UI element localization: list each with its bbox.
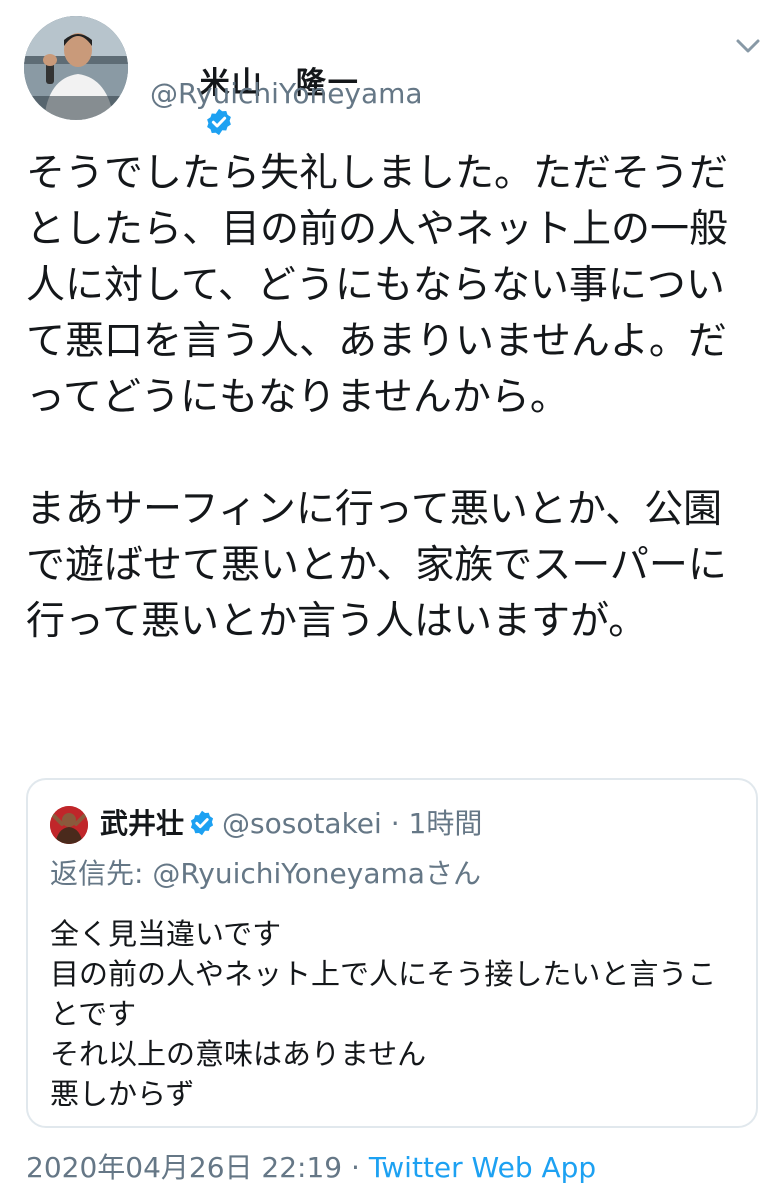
- tweet-source-link[interactable]: Twitter Web App: [369, 1151, 596, 1184]
- quoted-header: 武井壮 @sosotakei · 1時間: [100, 802, 482, 846]
- quoted-separator: ·: [390, 807, 400, 840]
- tweet: 米山 隆一 @RyuichiYoneyama そうでしたら失礼しました。ただそう…: [0, 0, 783, 1200]
- reply-suffix: さん: [424, 857, 481, 890]
- tweet-timestamp[interactable]: 2020年04月26日 22:19: [26, 1151, 342, 1184]
- author-handle[interactable]: @RyuichiYoneyama: [150, 74, 423, 114]
- quoted-author-avatar[interactable]: [50, 806, 88, 844]
- quoted-author-handle[interactable]: @sosotakei: [222, 807, 382, 840]
- tweet-footer: 2020年04月26日 22:19 · Twitter Web App: [26, 1146, 596, 1190]
- chevron-down-icon: [736, 39, 760, 53]
- quoted-avatar-image: [50, 806, 88, 844]
- quoted-tweet-card[interactable]: 武井壮 @sosotakei · 1時間 返信先: @RyuichiYoneya…: [26, 778, 758, 1128]
- quoted-timestamp[interactable]: 1時間: [409, 807, 483, 840]
- author-avatar[interactable]: [24, 16, 128, 120]
- tweet-menu-button[interactable]: [728, 32, 768, 60]
- reply-to-handle[interactable]: @RyuichiYoneyama: [152, 857, 425, 890]
- quoted-reply-context: 返信先: @RyuichiYoneyamaさん: [50, 852, 481, 896]
- verified-badge-icon: [190, 810, 214, 836]
- quoted-author-name[interactable]: 武井壮: [100, 807, 184, 840]
- tweet-text: そうでしたら失礼しました。ただそうだとしたら、目の前の人やネット上の一般人に対し…: [26, 146, 756, 650]
- quoted-tweet-text: 全く見当違いです 目の前の人やネット上で人にそう接したいと言うことです それ以上…: [50, 917, 717, 1111]
- avatar-image: [24, 16, 128, 120]
- reply-prefix: 返信先:: [50, 857, 153, 890]
- footer-separator: ·: [342, 1151, 369, 1184]
- tweet-paragraph: そうでしたら失礼しました。ただそうだとしたら、目の前の人やネット上の一般人に対し…: [26, 151, 729, 420]
- tweet-paragraph: まあサーフィンに行って悪いとか、公園で遊ばせて悪いとか、家族でスーパーに行って悪…: [26, 487, 727, 644]
